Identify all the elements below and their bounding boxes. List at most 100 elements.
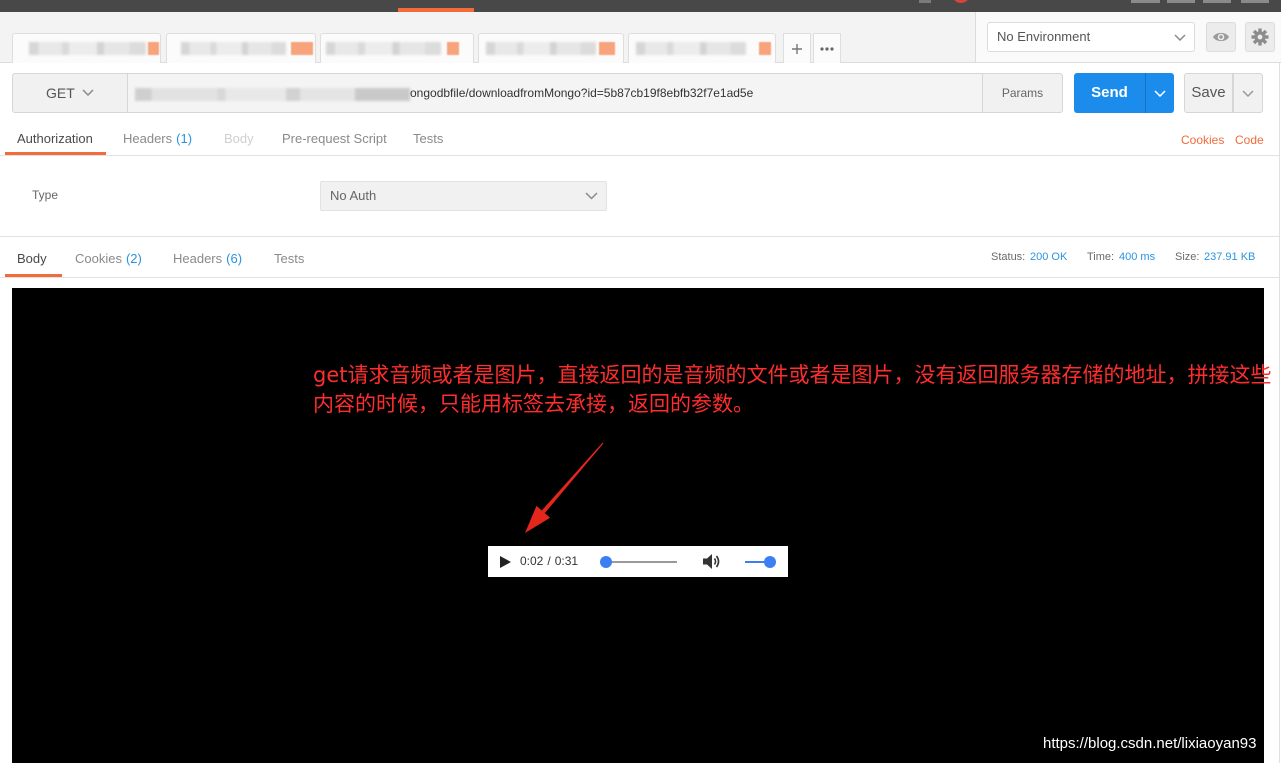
tab-label: Pre-request Script: [282, 131, 387, 146]
annotation-text: get请求音频或者是图片，直接返回的是音频的文件或者是图片，没有返回服务器存储的…: [313, 361, 1281, 419]
chevron-down-icon: [585, 192, 598, 200]
unsaved-indicator: [599, 42, 615, 55]
volume-thumb[interactable]: [764, 556, 776, 568]
response-tab-cookies[interactable]: Cookies (2): [75, 245, 142, 277]
save-label: Save: [1191, 84, 1226, 101]
annotation-line: 内容的时候，只能用标签去承接，返回的参数。: [313, 392, 754, 416]
tab-label: Tests: [413, 131, 444, 146]
tab-authorization[interactable]: Authorization: [5, 125, 106, 155]
tab-tests[interactable]: Tests: [413, 125, 443, 155]
header-icon-fragment: [1241, 0, 1269, 3]
gear-icon: [1251, 28, 1269, 46]
notification-badge-fragment: [952, 0, 970, 3]
app-header-strip: [0, 0, 1281, 12]
save-button[interactable]: Save: [1184, 73, 1233, 113]
environment-select-value: No Environment: [997, 29, 1091, 44]
redacted-tab-label: [181, 42, 286, 55]
header-icon-fragment: [919, 0, 931, 3]
code-link[interactable]: Code: [1235, 131, 1264, 149]
watermark: https://blog.csdn.net/lixiaoyan93: [1043, 735, 1257, 752]
auth-type-label: Type: [32, 188, 59, 202]
size-label: Size:: [1175, 251, 1200, 263]
auth-type-value: No Auth: [330, 188, 377, 203]
audio-player[interactable]: 0:02/0:31: [488, 546, 788, 577]
auth-type-select[interactable]: No Auth: [320, 181, 607, 211]
seek-thumb[interactable]: [599, 556, 612, 568]
url-input[interactable]: ongodbfile/downloadfromMongo?id=5b87cb19…: [128, 73, 983, 113]
redacted-tab-label: [326, 42, 441, 55]
redacted-tab-label: [29, 42, 146, 55]
method-label: GET: [46, 85, 75, 101]
status-label: Status:: [991, 251, 1026, 263]
tab-count: (2): [125, 251, 142, 266]
cookies-link[interactable]: Cookies: [1181, 131, 1224, 149]
request-tab[interactable]: [320, 33, 474, 63]
unsaved-indicator: [291, 42, 313, 55]
chevron-down-icon: [1174, 34, 1186, 41]
request-tab[interactable]: [166, 33, 316, 63]
tab-label: Body: [17, 251, 47, 266]
environment-quick-look-button[interactable]: [1206, 22, 1236, 52]
response-body-viewer: [12, 288, 1264, 763]
divider: [975, 62, 1281, 63]
more-tabs-button[interactable]: [813, 33, 841, 63]
tab-label: Authorization: [17, 131, 93, 146]
response-tab-body[interactable]: Body: [5, 245, 62, 277]
params-label: Params: [1001, 86, 1044, 100]
response-tab-tests[interactable]: Tests: [274, 245, 304, 277]
unsaved-indicator: [759, 42, 771, 55]
unsaved-indicator: [447, 42, 459, 55]
divider: [975, 12, 976, 63]
tab-label: Body: [224, 131, 254, 146]
tab-count: (1): [176, 131, 193, 146]
play-icon[interactable]: [500, 556, 511, 568]
new-tab-button[interactable]: [783, 33, 811, 63]
more-icon: [820, 46, 834, 51]
method-select[interactable]: GET: [12, 73, 128, 113]
tab-body[interactable]: Body: [224, 125, 254, 155]
unsaved-indicator: [148, 42, 159, 55]
eye-icon: [1213, 32, 1229, 42]
divider: [0, 236, 1279, 237]
time-display: 0:02/0:31: [520, 546, 578, 577]
time-separator: /: [547, 554, 551, 568]
request-tab[interactable]: [628, 33, 776, 63]
save-options-button[interactable]: [1233, 73, 1263, 113]
send-label: Send: [1091, 84, 1128, 101]
divider: [0, 155, 1279, 156]
plus-icon: [792, 43, 802, 54]
tab-label: Headers: [123, 131, 173, 146]
duration: 0:31: [554, 554, 579, 568]
status-value[interactable]: 200 OK: [1030, 250, 1067, 264]
tab-pre-request-script[interactable]: Pre-request Script: [282, 125, 387, 155]
tab-label: Tests: [274, 251, 305, 266]
request-tab[interactable]: [12, 33, 161, 63]
send-options-button[interactable]: [1145, 73, 1174, 113]
params-button[interactable]: Params: [983, 73, 1063, 113]
settings-button[interactable]: [1245, 22, 1275, 52]
chevron-down-icon: [82, 89, 94, 96]
chevron-down-icon: [1242, 90, 1254, 97]
time-label: Time:: [1087, 251, 1115, 263]
header-icon-fragment: [1131, 0, 1160, 3]
arrow-shaft: [541, 442, 604, 514]
time-value[interactable]: 400 ms: [1119, 250, 1155, 264]
request-tab[interactable]: [478, 33, 624, 63]
current-time: 0:02: [520, 554, 544, 568]
seek-slider[interactable]: [599, 556, 677, 568]
tab-label: Cookies: [75, 251, 122, 266]
annotation-arrow: [525, 442, 604, 533]
response-tab-headers[interactable]: Headers (6): [173, 245, 242, 277]
tab-label: Headers: [173, 251, 223, 266]
divider: [0, 277, 1279, 278]
volume-slider[interactable]: [745, 556, 776, 568]
url-text: ongodbfile/downloadfromMongo?id=5b87cb19…: [410, 86, 754, 100]
send-button[interactable]: Send: [1074, 73, 1145, 113]
chevron-down-icon: [1154, 90, 1166, 97]
tab-headers[interactable]: Headers (1): [123, 125, 192, 155]
environment-select[interactable]: No Environment: [987, 22, 1195, 52]
volume-icon[interactable]: [703, 553, 721, 570]
redacted-tab-label: [486, 42, 596, 55]
seek-track: [601, 561, 677, 563]
size-value[interactable]: 237.91 KB: [1204, 250, 1255, 264]
